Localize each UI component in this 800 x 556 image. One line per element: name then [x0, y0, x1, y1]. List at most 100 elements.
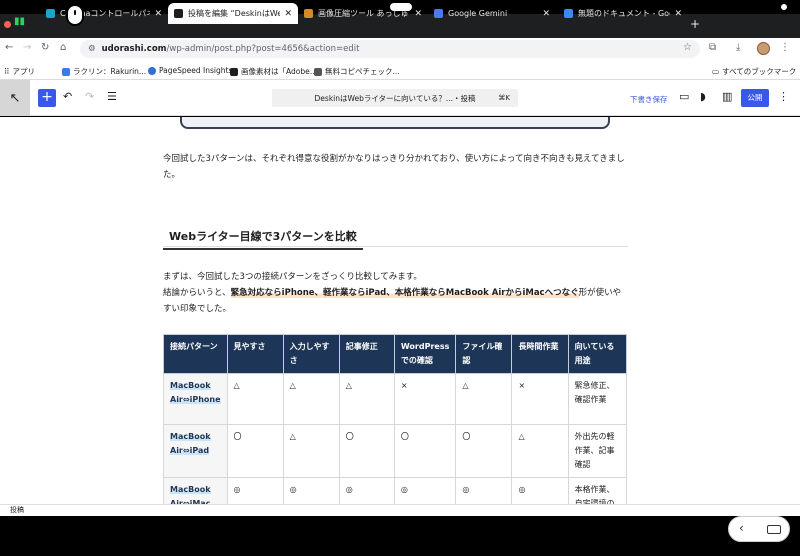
chevron-left-icon[interactable]: ‹ [739, 521, 744, 535]
editor-header: ↖ + ↶ ↷ ☰ DeskinはWebライターに向いている？...・投稿 ⌘K… [0, 80, 800, 116]
image-block[interactable] [180, 117, 610, 129]
publish-button[interactable]: 公開 [741, 89, 769, 107]
options-kebab-icon[interactable]: ⋮ [778, 90, 789, 103]
tab-gemini[interactable]: Google Gemini ✕ [428, 3, 556, 24]
bookmark-adobe[interactable]: 画像素材は「Adobe... [230, 66, 317, 77]
table-cell[interactable]: 〇 [226, 424, 284, 478]
extensions-icon[interactable]: ⧉ [709, 42, 716, 53]
bookmark-star-icon[interactable]: ☆ [683, 42, 692, 53]
bookmarks-bar: ⠿ アプリ ラクリン：Rakurin... PageSpeed Insights… [0, 60, 800, 80]
table-cell[interactable]: 本格作業、自宅環境の [567, 477, 628, 504]
address-bar[interactable]: ⚙ udorashi.com /wp-admin/post.php?post=4… [80, 40, 700, 58]
url-path: /wp-admin/post.php?post=4656&action=edit [166, 44, 360, 54]
tab-wp-edit[interactable]: 投稿を編集 “DeskinはWebライター ✕ [168, 3, 298, 24]
undo-icon[interactable]: ↶ [63, 90, 72, 103]
table-cell[interactable]: ◎ [282, 477, 340, 504]
table-cell[interactable]: 緊急修正、確認作業 [567, 373, 628, 425]
table-cell[interactable]: × [393, 373, 457, 425]
tab-ashukuma[interactable]: 画像圧縮ツール あっしゅくま | ✕ [298, 3, 428, 24]
site-info-icon[interactable]: ⚙ [88, 44, 96, 54]
table-cell[interactable]: × [511, 373, 569, 425]
table-cell[interactable]: △ [282, 373, 340, 425]
mouse-icon [66, 4, 84, 26]
paragraph-2[interactable]: 結論からいうと、緊急対応ならiPhone、軽作業ならiPad、本格作業ならMac… [163, 285, 628, 317]
bookmark-all[interactable]: ▭ すべてのブックマーク [712, 66, 796, 77]
tab-close-icon[interactable]: ✕ [284, 9, 292, 19]
bookmark-label: PageSpeed Insights [159, 66, 233, 75]
select-tool-icon[interactable]: ↖ [0, 80, 30, 116]
table-cell[interactable]: ◎ [338, 477, 395, 504]
tab-google-docs[interactable]: 無題のドキュメント - Google ド ✕ [558, 3, 688, 24]
keyboard-icon[interactable] [767, 525, 781, 534]
close-window-icon[interactable] [4, 21, 11, 28]
table-cell[interactable]: △ [455, 373, 513, 425]
command-palette[interactable]: DeskinはWebライターに向いている？...・投稿 ⌘K [272, 89, 518, 107]
reload-icon[interactable]: ↻ [41, 42, 49, 53]
heading-text: Webライター目線で3パターンを比較 [163, 228, 363, 250]
table-cell[interactable]: △ [511, 424, 569, 478]
signal-icon: ▮▮ [14, 16, 26, 27]
menu-kebab-icon[interactable]: ⋮ [780, 42, 790, 53]
table-cell[interactable]: 〇 [338, 424, 395, 478]
table-cell-device[interactable]: MacBook Air⇔iPhone [163, 373, 228, 425]
table-header-cell[interactable]: 記事修正 [338, 334, 395, 374]
table-cell[interactable]: ◎ [511, 477, 569, 504]
block-breadcrumb[interactable]: 投稿 [0, 504, 800, 516]
comparison-table[interactable]: 接続パターン 見やすさ 入力しやすさ 記事修正 WordPressでの確認 ファ… [163, 334, 628, 504]
window-controls[interactable] [4, 21, 11, 28]
tab-title: 投稿を編集 “DeskinはWebライター [188, 9, 281, 18]
tab-close-icon[interactable]: ✕ [542, 9, 550, 19]
tab-close-icon[interactable]: ✕ [154, 9, 162, 19]
table-cell[interactable]: 〇 [455, 424, 513, 478]
table-header-cell[interactable]: 長時間作業 [511, 334, 569, 374]
rakurin-icon [62, 67, 70, 76]
table-cell[interactable]: ◎ [455, 477, 513, 504]
tab-conoha[interactable]: Conohaコントロールパネル ✕ [40, 3, 168, 24]
preview-icon[interactable]: ▭ [679, 90, 689, 103]
redo-icon[interactable]: ↷ [85, 90, 94, 103]
settings-panel-icon[interactable]: ▥ [722, 90, 732, 103]
theme-icon[interactable]: ◗ [700, 90, 706, 103]
tab-close-icon[interactable]: ✕ [414, 9, 422, 19]
document-overview-icon[interactable]: ☰ [107, 90, 117, 103]
bookmark-apps[interactable]: ⠿ アプリ [4, 66, 35, 77]
gemini-favicon-icon [434, 9, 443, 18]
avatar[interactable] [757, 42, 770, 55]
conoha-favicon-icon [46, 9, 55, 18]
table-cell[interactable]: ◎ [226, 477, 284, 504]
table-cell-device[interactable]: MacBook Air⇔iMac [163, 477, 228, 504]
heading-block[interactable]: Webライター目線で3パターンを比較 [163, 225, 628, 250]
save-draft-button[interactable]: 下書き保存 [630, 94, 668, 105]
forward-icon[interactable]: → [23, 42, 31, 53]
remote-control-pill[interactable]: ‹ [728, 516, 790, 542]
p2-pre: 結論からいうと、 [163, 288, 231, 298]
table-cell[interactable]: ◎ [393, 477, 457, 504]
paragraph-intro[interactable]: 今回試した3パターンは、それぞれ得意な役割がかなりはっきり分かれており、使い方に… [163, 151, 628, 183]
p2-highlight: 緊急対応ならiPhone、軽作業ならiPad、本格作業ならMacBook Air… [230, 288, 579, 298]
table-header-cell[interactable]: ファイル確認 [455, 334, 513, 374]
tab-close-icon[interactable]: ✕ [674, 9, 682, 19]
new-tab-icon[interactable]: + [690, 17, 700, 31]
bookmark-copypeche[interactable]: 無料コピペチェック... [314, 66, 400, 77]
bookmark-label: 画像素材は「Adobe... [241, 67, 317, 76]
table-header-cell[interactable]: WordPressでの確認 [393, 334, 457, 374]
table-cell[interactable]: △ [226, 373, 284, 425]
table-cell-device[interactable]: MacBook Air⇔iPad [163, 424, 228, 478]
table-header-cell[interactable]: 見やすさ [226, 334, 284, 374]
bookmark-rakurin[interactable]: ラクリン：Rakurin... [62, 66, 146, 77]
download-icon[interactable]: ⤓ [736, 42, 740, 53]
table-header-cell[interactable]: 接続パターン [163, 334, 228, 374]
back-icon[interactable]: ← [5, 42, 13, 53]
table-cell[interactable]: △ [338, 373, 395, 425]
table-header-cell[interactable]: 向いている用途 [567, 334, 628, 374]
tab-title: 無題のドキュメント - Google ド [578, 9, 670, 18]
table-header-cell[interactable]: 入力しやすさ [282, 334, 340, 374]
bookmark-pagespeed[interactable]: PageSpeed Insights [148, 66, 232, 75]
table-cell[interactable]: 〇 [393, 424, 457, 478]
editor-canvas[interactable]: 今回試した3パターンは、それぞれ得意な役割がかなりはっきり分かれており、使い方に… [0, 117, 800, 504]
add-block-button[interactable]: + [38, 89, 56, 107]
table-cell[interactable]: 外出先の軽作業、記事確認 [567, 424, 628, 478]
table-cell[interactable]: △ [282, 424, 340, 478]
paragraph-1[interactable]: まずは、今回試した3つの接続パターンをざっくり比較してみます。 [163, 269, 628, 285]
home-icon[interactable]: ⌂ [60, 42, 66, 53]
